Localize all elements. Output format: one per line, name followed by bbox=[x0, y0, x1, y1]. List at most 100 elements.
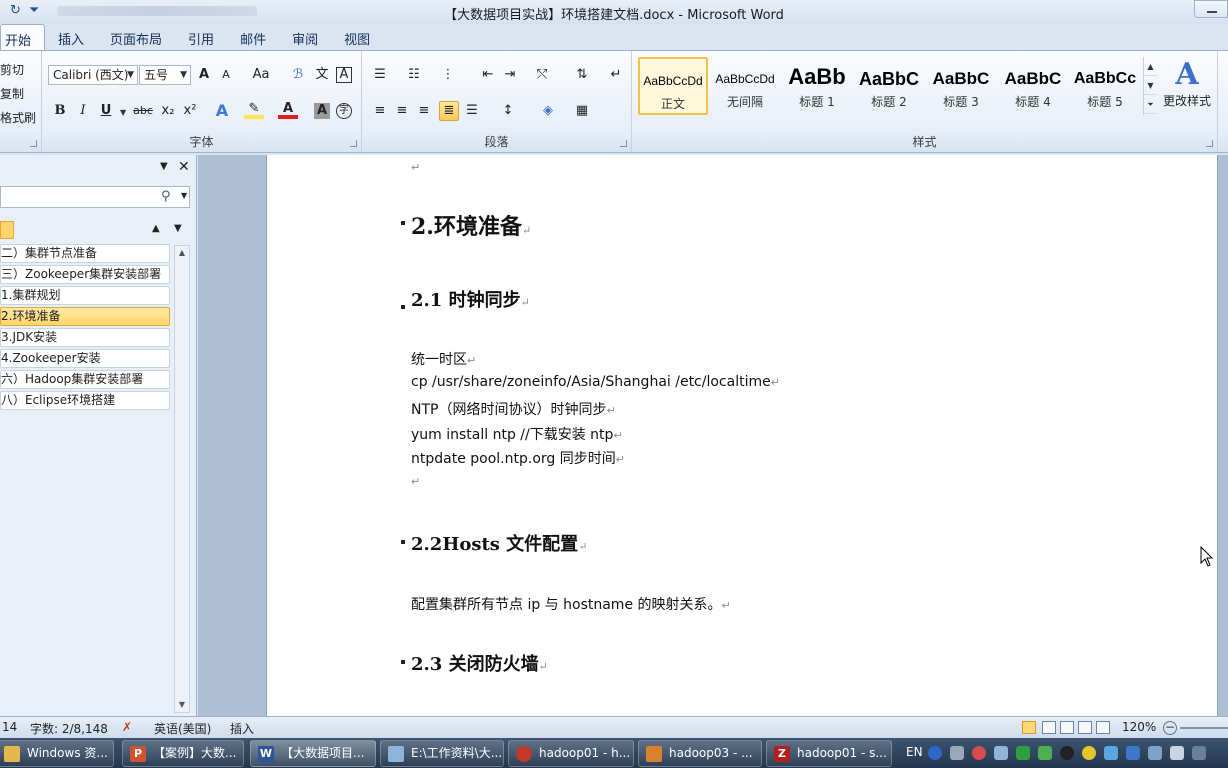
multilevel-list-icon[interactable]: ⋮ bbox=[438, 65, 458, 85]
tab-home[interactable]: 开始 bbox=[0, 24, 46, 50]
nav-heading-item[interactable]: 1.集群规划 bbox=[0, 286, 170, 305]
body-line[interactable]: ntpdate pool.ntp.org 同步时间↵ bbox=[411, 448, 625, 468]
font-name-combo[interactable]: Calibri (西文) ▼ bbox=[48, 65, 138, 85]
taskbar-item[interactable]: P 【案例】大数... bbox=[122, 740, 244, 767]
volume-icon[interactable] bbox=[1170, 746, 1184, 760]
language[interactable]: 英语(美国) bbox=[154, 720, 211, 737]
highlight-icon[interactable]: ✎ bbox=[244, 101, 264, 119]
tab-review[interactable]: 审阅 bbox=[279, 24, 331, 50]
chevron-down-icon[interactable]: ▼ bbox=[181, 191, 187, 200]
proofing-icon[interactable]: ✗ bbox=[122, 720, 132, 734]
bluetooth-icon[interactable] bbox=[1126, 746, 1140, 760]
font-launcher-icon[interactable] bbox=[350, 140, 357, 147]
zoom-slider[interactable] bbox=[1180, 727, 1228, 729]
show-marks-icon[interactable]: ↵ bbox=[606, 65, 626, 85]
chevron-down-icon[interactable]: ▼ bbox=[120, 108, 126, 117]
previous-heading-icon[interactable]: ▲ bbox=[152, 223, 160, 234]
heading-1[interactable]: 2.环境准备↵ bbox=[411, 209, 531, 241]
heading-2-2[interactable]: 2.2Hosts 文件配置↵ bbox=[411, 530, 587, 556]
headings-view-icon[interactable] bbox=[0, 221, 14, 239]
insert-mode[interactable]: 插入 bbox=[230, 720, 254, 737]
input-language[interactable]: EN bbox=[906, 745, 923, 759]
nav-heading-item[interactable]: 六）Hadoop集群安装部署 bbox=[0, 370, 170, 389]
body-line[interactable]: cp /usr/share/zoneinfo/Asia/Shanghai /et… bbox=[411, 374, 780, 390]
styles-launcher-icon[interactable] bbox=[1206, 140, 1213, 147]
word-count[interactable]: 字数: 2/8,148 bbox=[30, 720, 108, 737]
web-layout-icon[interactable] bbox=[1060, 721, 1074, 734]
gallery-more-icon[interactable]: ⏷ bbox=[1144, 95, 1157, 114]
underline-button[interactable]: U bbox=[96, 101, 116, 121]
align-center-icon[interactable]: ≡ bbox=[392, 101, 412, 121]
nav-heading-item[interactable]: 八）Eclipse环境搭建 bbox=[0, 391, 170, 410]
decrease-indent-icon[interactable]: ⇤ bbox=[478, 65, 498, 85]
style-heading-5[interactable]: AaBbCc 标题 5 bbox=[1070, 57, 1140, 115]
body-line[interactable]: NTP（网络时间协议）时钟同步↵ bbox=[411, 399, 616, 419]
ime-icon[interactable] bbox=[950, 746, 964, 760]
gallery-up-icon[interactable]: ▲ bbox=[1144, 57, 1157, 76]
heading-2-3[interactable]: 2.3 关闭防火墙↵ bbox=[411, 650, 548, 676]
change-case-button[interactable]: Aa bbox=[248, 65, 274, 85]
body-line[interactable]: yum install ntp //下载安装 ntp↵ bbox=[411, 424, 623, 444]
line-spacing-icon[interactable]: ↕ bbox=[498, 101, 518, 121]
taskbar-item-active[interactable]: W 【大数据项目... bbox=[250, 740, 376, 767]
paragraph-launcher-icon[interactable] bbox=[620, 140, 627, 147]
app-tray-icon[interactable] bbox=[972, 746, 986, 760]
style-heading-4[interactable]: AaBbC 标题 4 bbox=[998, 57, 1068, 115]
nav-heading-item[interactable]: 4.Zookeeper安装 bbox=[0, 349, 170, 368]
shrink-font-button[interactable]: A bbox=[216, 65, 236, 85]
clipboard-launcher-icon[interactable] bbox=[30, 140, 37, 147]
distributed-icon[interactable]: ☰ bbox=[462, 101, 482, 121]
align-right-icon[interactable]: ≡ bbox=[414, 101, 434, 121]
next-heading-icon[interactable]: ▼ bbox=[174, 223, 182, 234]
align-left-icon[interactable]: ≡ bbox=[370, 101, 390, 121]
tab-page-layout[interactable]: 页面布局 bbox=[97, 24, 175, 50]
style-heading-2[interactable]: AaBbC 标题 2 bbox=[854, 57, 924, 115]
taskbar-item[interactable]: E:\工作资料\大... bbox=[380, 740, 504, 767]
text-effects-icon[interactable]: A bbox=[212, 101, 232, 121]
nav-heading-item[interactable]: 3.JDK安装 bbox=[0, 328, 170, 347]
nav-scrollbar[interactable]: ▲ ▼ bbox=[174, 245, 190, 713]
nav-search-input[interactable]: ⚲ ▼ bbox=[0, 186, 190, 208]
display-icon[interactable] bbox=[1148, 746, 1162, 760]
search-icon[interactable]: ⚲ bbox=[161, 189, 171, 204]
font-size-combo[interactable]: 五号 ▼ bbox=[139, 65, 191, 85]
zoom-out-button[interactable]: − bbox=[1163, 721, 1177, 735]
action-center-icon[interactable] bbox=[1192, 746, 1206, 760]
style-no-spacing[interactable]: AaBbCcDd 无间隔 bbox=[710, 57, 780, 115]
security-icon[interactable] bbox=[1038, 746, 1052, 760]
document-page[interactable]: ↵ 2.环境准备↵ 2.1 时钟同步↵ 统一时区↵ cp /usr/share/… bbox=[266, 155, 1218, 716]
grow-font-button[interactable]: A bbox=[194, 65, 214, 85]
tab-insert[interactable]: 插入 bbox=[45, 24, 97, 50]
gallery-down-icon[interactable]: ▼ bbox=[1144, 76, 1157, 95]
update-icon[interactable] bbox=[1082, 746, 1096, 760]
increase-indent-icon[interactable]: ⇥ bbox=[500, 65, 520, 85]
subscript-button[interactable]: x₂ bbox=[158, 101, 178, 121]
phonetic-guide-icon[interactable]: 文 bbox=[312, 65, 332, 85]
numbering-icon[interactable]: ☷ bbox=[404, 65, 424, 85]
body-line[interactable]: 统一时区↵ bbox=[411, 349, 476, 369]
nav-heading-item[interactable]: 二）集群节点准备 bbox=[0, 244, 170, 263]
char-shading-icon[interactable]: A bbox=[314, 103, 330, 119]
clear-format-icon[interactable]: ℬ bbox=[288, 65, 308, 85]
taskbar-item[interactable]: hadoop03 - ... bbox=[638, 740, 762, 767]
print-layout-view-icon[interactable] bbox=[1022, 721, 1036, 734]
tab-references[interactable]: 引用 bbox=[175, 24, 227, 50]
body-line[interactable]: 配置集群所有节点 ip 与 hostname 的映射关系。↵ bbox=[411, 594, 731, 614]
close-icon[interactable]: ✕ bbox=[178, 159, 190, 175]
network-icon[interactable] bbox=[1104, 746, 1118, 760]
shading-icon[interactable]: ◈ bbox=[538, 101, 558, 121]
chat-icon[interactable] bbox=[994, 746, 1008, 760]
style-normal[interactable]: AaBbCcDd 正文 bbox=[638, 57, 708, 115]
zoom-level[interactable]: 120% bbox=[1122, 720, 1156, 734]
italic-button[interactable]: I bbox=[73, 101, 93, 121]
full-screen-reading-icon[interactable] bbox=[1042, 721, 1056, 734]
page-number[interactable]: 14 bbox=[2, 720, 17, 734]
enclose-char-icon[interactable]: 字 bbox=[336, 103, 352, 119]
borders-icon[interactable]: ▦ bbox=[572, 101, 592, 121]
chinese-layout-icon[interactable]: ⤲ bbox=[532, 65, 552, 85]
char-border-icon[interactable]: A bbox=[336, 67, 352, 83]
draft-view-icon[interactable] bbox=[1096, 721, 1110, 734]
copy-button[interactable]: 复制 bbox=[0, 85, 24, 102]
nav-menu-chevron-icon[interactable]: ▼ bbox=[160, 161, 168, 172]
bold-button[interactable]: B bbox=[50, 101, 70, 121]
